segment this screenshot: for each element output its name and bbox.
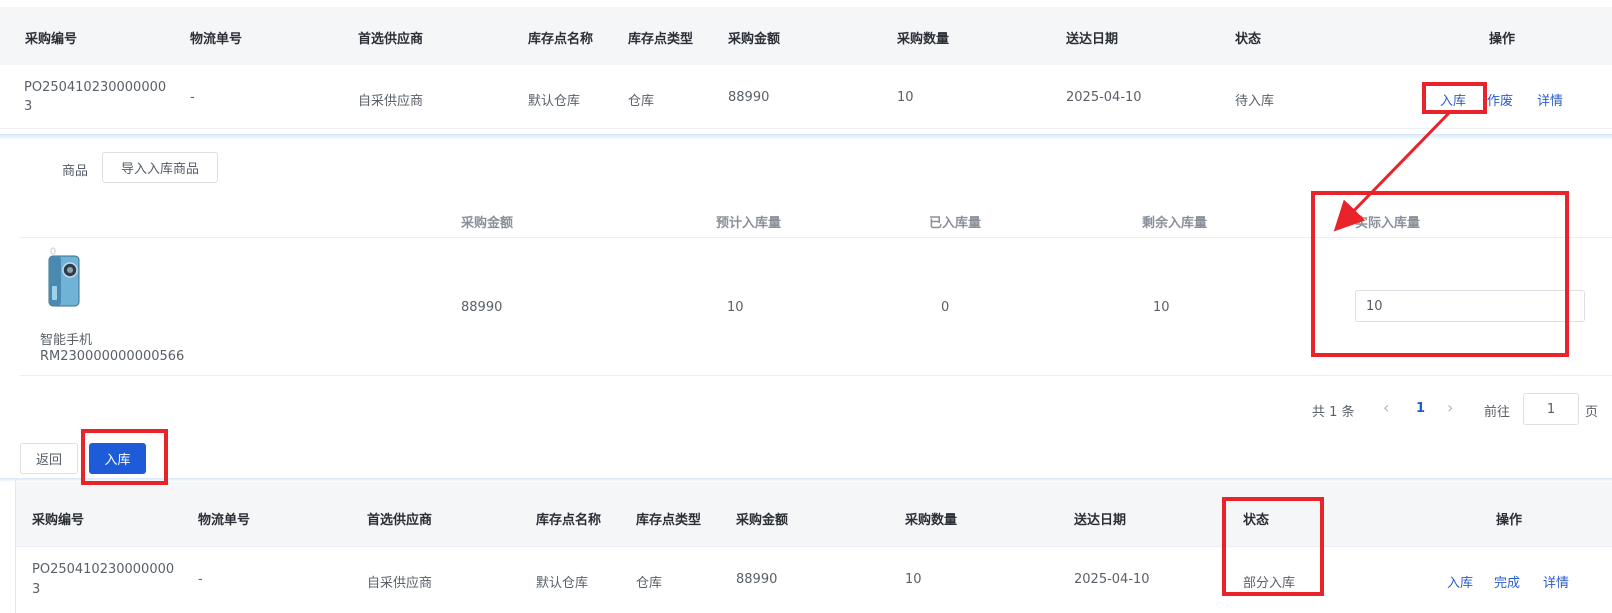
pagination-goto-label: 前往 — [1484, 405, 1511, 420]
col-header-status: 状态 — [1235, 32, 1262, 47]
pagination-total: 共 1 条 — [1312, 405, 1355, 420]
goods-received: 0 — [941, 300, 950, 315]
void-link[interactable]: 作废 — [1487, 90, 1513, 109]
expand-panel-shadow — [0, 134, 1612, 140]
annotation-box-status — [1222, 497, 1324, 596]
quantity: 10 — [897, 90, 914, 105]
col-header-store-type: 库存点类型 — [636, 513, 702, 528]
goods-expected: 10 — [727, 300, 744, 315]
annotation-box-actual-quantity — [1311, 191, 1569, 357]
goods-remaining: 10 — [1153, 300, 1170, 315]
col-header-date: 送达日期 — [1074, 513, 1127, 528]
pagination-current-page[interactable]: 1 — [1416, 401, 1425, 416]
po-number: PO250410230000000 — [24, 80, 167, 95]
supplier: 自采供应商 — [358, 94, 424, 109]
col-header-store-type: 库存点类型 — [628, 32, 694, 47]
detail-link[interactable]: 详情 — [1537, 90, 1563, 109]
back-button[interactable]: 返回 — [20, 443, 78, 474]
store-name: 默认仓库 — [528, 94, 581, 109]
po-number-suffix: 3 — [32, 582, 41, 597]
chevron-left-icon[interactable]: ‹ — [1383, 398, 1389, 417]
top-table-row: PO250410230000000 3 - 自采供应商 默认仓库 仓库 8899… — [0, 65, 1612, 128]
stock-in-link[interactable]: 入库 — [1447, 572, 1473, 591]
detail-link[interactable]: 详情 — [1543, 572, 1569, 591]
goods-row-divider — [20, 375, 1612, 376]
goods-label: 商品 — [62, 164, 89, 179]
supplier: 自采供应商 — [367, 576, 433, 591]
product-name: 智能手机 — [40, 333, 93, 348]
bottom-table-header — [16, 482, 1612, 546]
annotation-box-stock-in-link — [1422, 82, 1487, 114]
po-number: PO250410230000000 — [32, 562, 175, 577]
col-header-amount: 采购金额 — [728, 32, 781, 47]
pagination-goto-input[interactable] — [1523, 393, 1579, 425]
goods-col-amount: 采购金额 — [461, 216, 514, 231]
col-header-store-name: 库存点名称 — [536, 513, 602, 528]
complete-link[interactable]: 完成 — [1494, 572, 1520, 591]
col-header-store-name: 库存点名称 — [528, 32, 594, 47]
col-header-quantity: 采购数量 — [897, 32, 950, 47]
po-number-suffix: 3 — [24, 99, 33, 114]
product-sku: RM230000000000566 — [40, 349, 185, 364]
pagination-page-suffix: 页 — [1585, 405, 1599, 420]
col-header-actions: 操作 — [1496, 513, 1523, 528]
col-header-logistics: 物流单号 — [198, 513, 251, 528]
quantity: 10 — [905, 572, 922, 587]
goods-amount: 88990 — [461, 300, 503, 315]
status-text: 待入库 — [1235, 94, 1275, 109]
goods-col-expected: 预计入库量 — [716, 216, 782, 231]
col-header-actions: 操作 — [1489, 32, 1516, 47]
amount: 88990 — [728, 90, 770, 105]
col-header-date: 送达日期 — [1066, 32, 1119, 47]
goods-col-remaining: 剩余入库量 — [1142, 216, 1208, 231]
col-header-supplier: 首选供应商 — [367, 513, 433, 528]
chevron-right-icon[interactable]: › — [1447, 398, 1453, 417]
row-divider — [0, 128, 1612, 129]
amount: 88990 — [736, 572, 778, 587]
col-header-supplier: 首选供应商 — [358, 32, 424, 47]
col-header-po-number: 采购编号 — [32, 513, 85, 528]
store-name: 默认仓库 — [536, 576, 589, 591]
col-header-logistics: 物流单号 — [190, 32, 243, 47]
logistics-number: - — [190, 90, 195, 105]
store-type: 仓库 — [628, 94, 655, 109]
import-goods-button[interactable]: 导入入库商品 — [102, 152, 218, 183]
goods-col-received: 已入库量 — [929, 216, 982, 231]
annotation-box-submit-button — [81, 429, 168, 485]
delivery-date: 2025-04-10 — [1066, 90, 1142, 105]
col-header-amount: 采购金额 — [736, 513, 789, 528]
logistics-number: - — [198, 572, 203, 587]
bottom-table-row: PO250410230000000 3 - 自采供应商 默认仓库 仓库 8899… — [0, 547, 1612, 613]
delivery-date: 2025-04-10 — [1074, 572, 1150, 587]
col-header-po-number: 采购编号 — [25, 32, 78, 47]
phone-product-image — [48, 247, 80, 307]
store-type: 仓库 — [636, 576, 663, 591]
col-header-quantity: 采购数量 — [905, 513, 958, 528]
